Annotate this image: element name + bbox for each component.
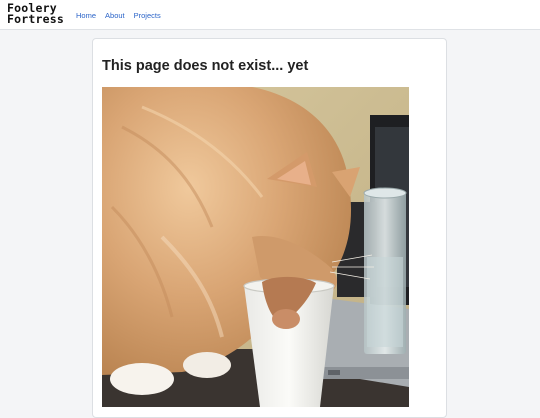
nav-link-projects[interactable]: Projects — [134, 11, 161, 21]
content-card: This page does not exist... yet — [92, 38, 447, 418]
site-logo[interactable]: Foolery Fortress — [7, 2, 64, 26]
cat-photo — [102, 87, 409, 407]
nav-link-home[interactable]: Home — [76, 11, 96, 21]
top-navbar: Foolery Fortress Home About Projects — [0, 0, 540, 30]
main-nav: Home About Projects — [76, 11, 161, 21]
logo-line-2: Fortress — [7, 12, 64, 26]
page-title: This page does not exist... yet — [102, 58, 309, 74]
nav-link-about[interactable]: About — [105, 11, 125, 21]
